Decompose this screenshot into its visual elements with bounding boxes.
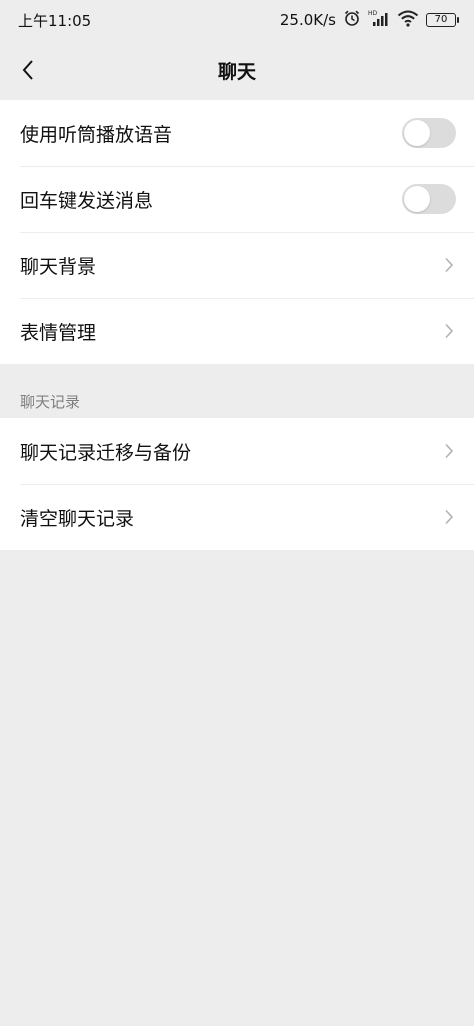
navigation-bar: 聊天 [0, 40, 474, 100]
chevron-left-icon [22, 60, 33, 80]
setting-enter-to-send: 回车键发送消息 [0, 166, 474, 232]
setting-label: 聊天背景 [20, 255, 97, 278]
setting-label: 表情管理 [20, 321, 97, 344]
alarm-icon [343, 9, 361, 31]
wifi-icon [397, 9, 419, 31]
network-speed: 25.0K/s [279, 11, 336, 29]
chevron-right-icon [442, 256, 456, 274]
page-title: 聊天 [217, 60, 256, 83]
setting-label: 聊天记录迁移与备份 [20, 441, 192, 464]
battery-icon: 70 [426, 13, 459, 27]
setting-sticker-management[interactable]: 表情管理 [0, 298, 474, 364]
toggle-knob [404, 120, 430, 146]
earpiece-toggle[interactable] [402, 118, 456, 148]
svg-text:HD: HD [368, 10, 378, 17]
setting-label: 回车键发送消息 [20, 189, 154, 212]
setting-migrate-backup[interactable]: 聊天记录迁移与备份 [0, 418, 474, 484]
hd-signal-icon: HD [368, 9, 390, 31]
status-bar: 上午11:05 25.0K/s HD 70 [0, 0, 474, 40]
chevron-right-icon [442, 322, 456, 340]
section-header-chat-history: 聊天记录 [20, 392, 81, 411]
setting-chat-background[interactable]: 聊天背景 [0, 232, 474, 298]
chevron-right-icon [442, 508, 456, 526]
settings-group: 使用听筒播放语音 回车键发送消息 聊天背景 表情管理 [0, 100, 474, 364]
status-time: 上午11:05 [18, 11, 92, 30]
setting-label: 清空聊天记录 [20, 507, 135, 530]
chevron-right-icon [442, 442, 456, 460]
setting-label: 使用听筒播放语音 [20, 123, 173, 146]
setting-clear-history[interactable]: 清空聊天记录 [0, 484, 474, 550]
back-button[interactable] [10, 52, 46, 88]
chat-history-group: 聊天记录迁移与备份 清空聊天记录 [0, 418, 474, 550]
battery-level: 70 [434, 14, 448, 25]
toggle-knob [404, 186, 430, 212]
status-indicators: 25.0K/s HD 70 [279, 9, 459, 31]
enter-send-toggle[interactable] [402, 184, 456, 214]
setting-earpiece-playback: 使用听筒播放语音 [0, 100, 474, 166]
